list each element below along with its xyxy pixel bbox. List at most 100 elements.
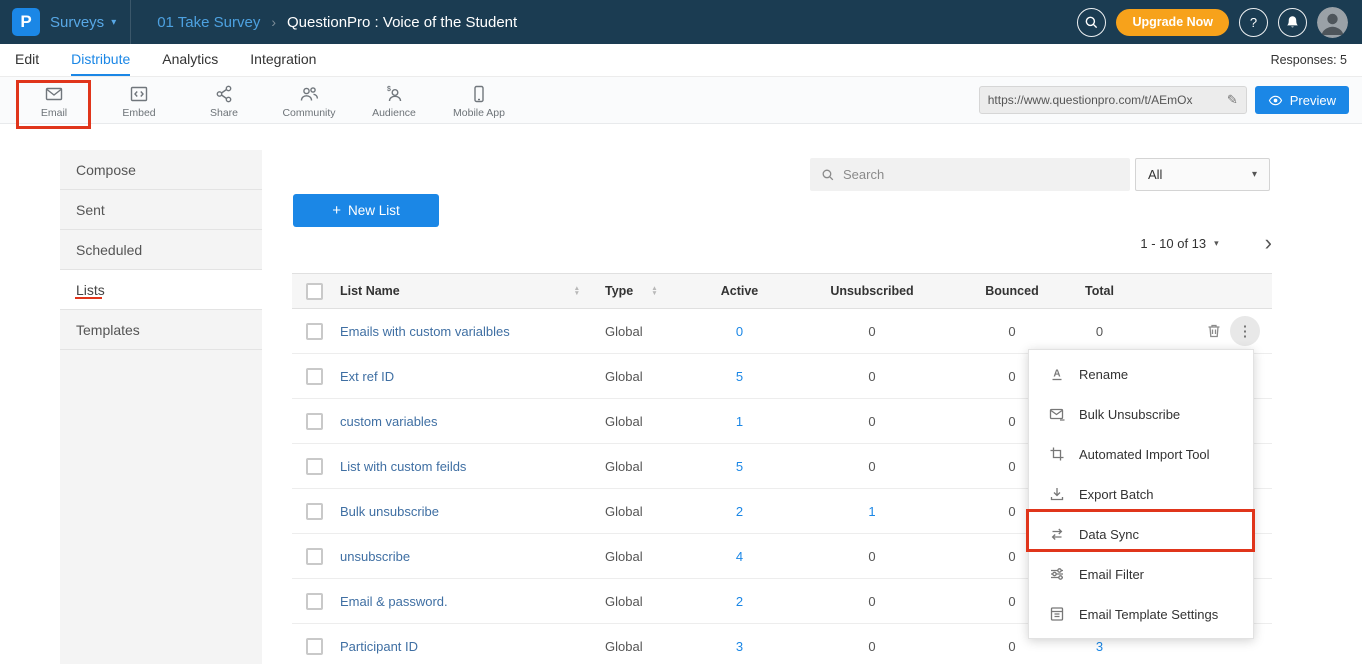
sort-icon[interactable]: ▲▼ <box>651 286 657 297</box>
surveys-menu[interactable]: Surveys ▾ <box>50 14 116 31</box>
sidebar-item-sent[interactable]: Sent <box>60 190 262 230</box>
next-page-icon[interactable]: › <box>1265 234 1272 252</box>
survey-url-input[interactable] <box>988 93 1221 107</box>
active-count-link[interactable]: 4 <box>736 549 743 564</box>
unsubscribed-count[interactable]: 1 <box>772 504 972 519</box>
menu-item-automated-import-tool[interactable]: Automated Import Tool <box>1029 434 1253 474</box>
table-header: List Name ▲▼ Type ▲▼ Active Unsubscribed… <box>292 273 1272 309</box>
row-checkbox[interactable] <box>306 503 323 520</box>
channel-audience[interactable]: $ Audience <box>358 82 430 119</box>
bounced-count: 0 <box>972 324 1052 339</box>
upgrade-now-button[interactable]: Upgrade Now <box>1116 9 1229 36</box>
search-icon[interactable] <box>1077 8 1106 37</box>
edit-url-pencil-icon[interactable]: ✎ <box>1227 92 1238 108</box>
active-count-link[interactable]: 5 <box>736 459 743 474</box>
preview-label: Preview <box>1290 93 1336 108</box>
list-name-link[interactable]: Emails with custom varialbles <box>340 324 510 339</box>
list-type-cell: Global <box>592 324 707 339</box>
responses-count: Responses: 5 <box>1271 53 1347 67</box>
list-name-link[interactable]: List with custom feilds <box>340 459 466 474</box>
select-all-checkbox[interactable] <box>306 283 323 300</box>
channel-email[interactable]: Email <box>18 82 90 119</box>
new-list-button[interactable]: + New List <box>293 194 439 227</box>
bounced-count: 0 <box>972 639 1052 654</box>
notifications-bell-icon[interactable] <box>1278 8 1307 37</box>
active-count-link[interactable]: 1 <box>736 414 743 429</box>
row-checkbox[interactable] <box>306 593 323 610</box>
row-checkbox[interactable] <box>306 323 323 340</box>
chevron-down-icon: ▾ <box>1252 169 1257 180</box>
list-filter-dropdown[interactable]: All ▾ <box>1135 158 1270 191</box>
col-header-list-name[interactable]: List Name <box>340 284 400 298</box>
active-count-link[interactable]: 2 <box>736 594 743 609</box>
list-name-link[interactable]: Ext ref ID <box>340 369 394 384</box>
tab-edit[interactable]: Edit <box>15 44 39 76</box>
active-count-link[interactable]: 2 <box>736 504 743 519</box>
channel-list: Email Embed Share Community $ Audience M… <box>0 82 515 119</box>
menu-item-export-batch[interactable]: Export Batch <box>1029 474 1253 514</box>
mobile-icon <box>469 84 489 104</box>
row-checkbox[interactable] <box>306 548 323 565</box>
menu-item-data-sync[interactable]: Data Sync <box>1029 514 1253 554</box>
tab-integration[interactable]: Integration <box>250 44 316 76</box>
menu-item-email-template-settings[interactable]: Email Template Settings <box>1029 594 1253 634</box>
preview-button[interactable]: Preview <box>1255 86 1349 114</box>
tab-analytics[interactable]: Analytics <box>162 44 218 76</box>
pagination-range[interactable]: 1 - 10 of 13 <box>1140 236 1206 251</box>
email-filter-icon <box>1049 566 1065 582</box>
list-type-cell: Global <box>592 414 707 429</box>
channel-share[interactable]: Share <box>188 82 260 119</box>
questionpro-logo[interactable]: P <box>12 8 40 36</box>
menu-item-rename[interactable]: A Rename <box>1029 354 1253 394</box>
tab-distribute[interactable]: Distribute <box>71 44 130 76</box>
row-checkbox[interactable] <box>306 413 323 430</box>
distribute-toolbar: Email Embed Share Community $ Audience M… <box>0 77 1362 124</box>
unsubscribed-count: 0 <box>772 594 972 609</box>
row-menu-kebab-icon[interactable]: ⋮ <box>1230 316 1260 346</box>
list-name-link[interactable]: unsubscribe <box>340 549 410 564</box>
active-count-link[interactable]: 3 <box>736 639 743 654</box>
plus-icon: + <box>332 202 341 219</box>
total-count[interactable]: 3 <box>1052 639 1147 654</box>
sidebar-item-scheduled[interactable]: Scheduled <box>60 230 262 270</box>
channel-embed[interactable]: Embed <box>103 82 175 119</box>
menu-item-email-filter[interactable]: Email Filter <box>1029 554 1253 594</box>
chevron-down-icon[interactable]: ▾ <box>1214 238 1219 249</box>
active-count-link[interactable]: 5 <box>736 369 743 384</box>
menu-item-bulk-unsubscribe[interactable]: Bulk Unsubscribe <box>1029 394 1253 434</box>
channel-mobile-app[interactable]: Mobile App <box>443 82 515 119</box>
active-count-link[interactable]: 0 <box>736 324 743 339</box>
sidebar-item-templates[interactable]: Templates <box>60 310 262 350</box>
sidebar-item-compose[interactable]: Compose <box>60 150 262 190</box>
svg-text:A: A <box>1053 369 1060 380</box>
list-name-link[interactable]: Email & password. <box>340 594 448 609</box>
row-checkbox[interactable] <box>306 368 323 385</box>
breadcrumb-separator-icon: › <box>271 14 276 30</box>
col-header-type[interactable]: Type <box>605 284 633 298</box>
channel-community[interactable]: Community <box>273 82 345 119</box>
list-name-link[interactable]: Participant ID <box>340 639 418 654</box>
list-name-link[interactable]: Bulk unsubscribe <box>340 504 439 519</box>
row-checkbox[interactable] <box>306 458 323 475</box>
list-search-box <box>810 158 1130 191</box>
col-header-total: Total <box>1052 284 1147 298</box>
list-search-input[interactable] <box>843 167 1119 182</box>
share-icon <box>214 84 234 104</box>
row-checkbox[interactable] <box>306 638 323 655</box>
sidebar-item-lists[interactable]: Lists <box>60 270 262 310</box>
chevron-down-icon: ▾ <box>111 17 116 28</box>
channel-label: Embed <box>122 107 155 119</box>
eye-icon <box>1268 94 1283 107</box>
delete-trash-icon[interactable] <box>1206 323 1222 339</box>
list-name-link[interactable]: custom variables <box>340 414 438 429</box>
col-header-unsubscribed: Unsubscribed <box>772 284 972 298</box>
breadcrumb-survey-id[interactable]: 01 Take Survey <box>157 14 260 31</box>
total-count: 0 <box>1052 324 1147 339</box>
channel-label: Email <box>41 107 67 119</box>
menu-item-label: Bulk Unsubscribe <box>1079 407 1180 422</box>
sort-icon[interactable]: ▲▼ <box>574 286 580 297</box>
survey-url-box: ✎ <box>979 86 1247 114</box>
unsubscribed-count: 0 <box>772 459 972 474</box>
help-icon[interactable]: ? <box>1239 8 1268 37</box>
user-avatar[interactable] <box>1317 7 1348 38</box>
